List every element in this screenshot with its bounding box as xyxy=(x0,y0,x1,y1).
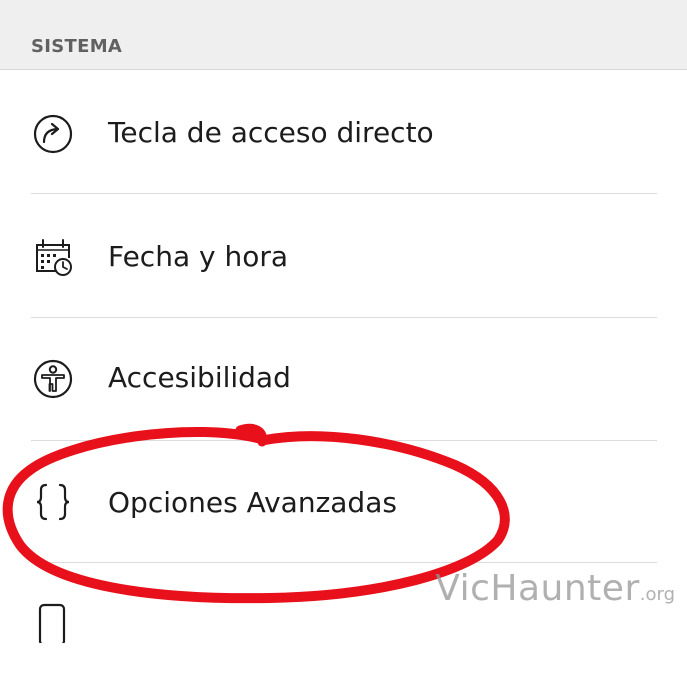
settings-item-label: Tecla de acceso directo xyxy=(108,116,434,149)
settings-item-label: Fecha y hora xyxy=(108,240,289,273)
accessibility-icon xyxy=(32,358,74,400)
settings-item-label: Opciones Avanzadas xyxy=(108,486,397,519)
settings-list: Tecla de acceso directo Fecha y hora Acc… xyxy=(0,70,687,643)
section-header: SISTEMA xyxy=(0,0,687,70)
settings-item-shortcut-key[interactable]: Tecla de acceso directo xyxy=(0,70,687,193)
settings-item-accessibility[interactable]: Accesibilidad xyxy=(0,318,687,441)
settings-item-advanced-options[interactable]: Opciones Avanzadas xyxy=(0,441,687,564)
watermark-tld: .org xyxy=(639,584,675,605)
watermark-main: VicHaunter xyxy=(435,568,640,609)
partial-icon xyxy=(32,601,74,643)
section-title: SISTEMA xyxy=(31,36,123,57)
calendar-clock-icon xyxy=(32,236,74,278)
watermark: VicHaunter.org xyxy=(435,568,675,609)
settings-item-label: Accesibilidad xyxy=(108,361,291,394)
shortcut-arrow-icon xyxy=(32,113,74,155)
settings-item-date-time[interactable]: Fecha y hora xyxy=(0,194,687,317)
curly-braces-icon xyxy=(32,481,74,523)
